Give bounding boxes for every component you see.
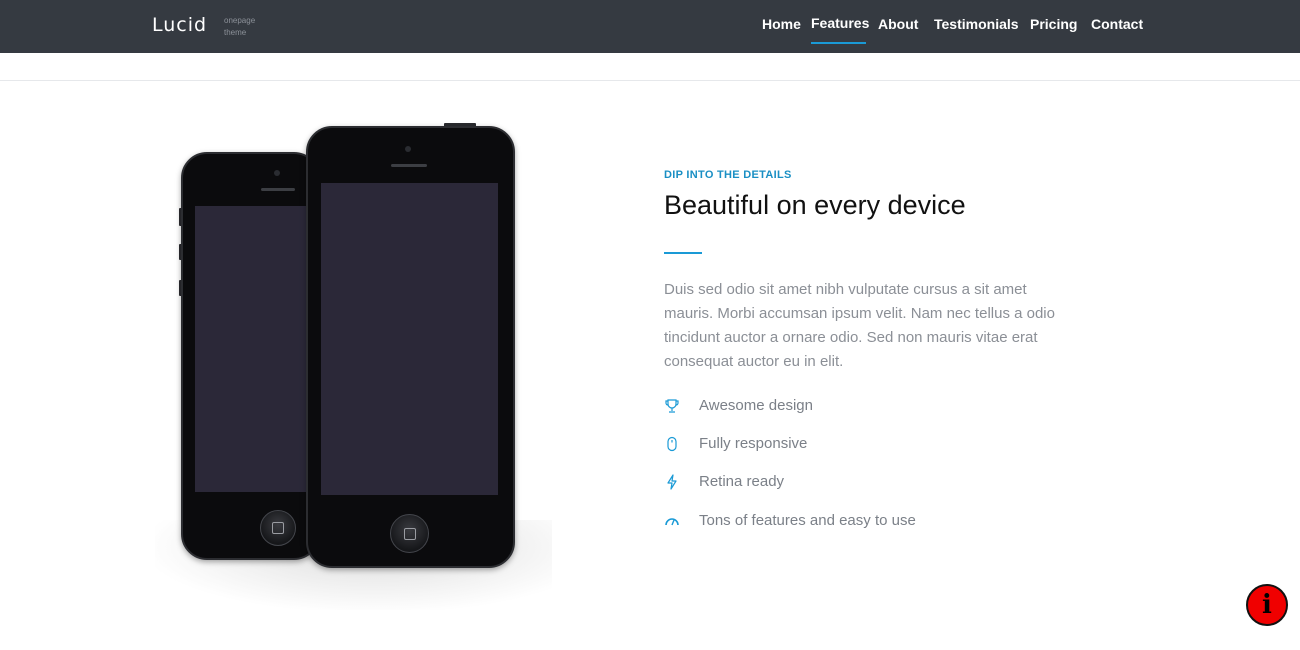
- back-phone: [181, 152, 320, 560]
- front-phone: [306, 126, 515, 568]
- section-description: Duis sed odio sit amet nibh vulputate cu…: [664, 281, 1055, 370]
- feature-label: Awesome design: [699, 397, 813, 414]
- back-phone-screen: [195, 206, 318, 492]
- lightning-icon: [667, 474, 677, 490]
- phone-home-button: [260, 510, 296, 546]
- nav-about[interactable]: About: [878, 16, 918, 32]
- phone-home-button: [390, 514, 429, 553]
- info-icon: i: [1262, 590, 1272, 620]
- front-phone-screen: [321, 183, 498, 495]
- nav-pricing[interactable]: Pricing: [1030, 16, 1077, 32]
- feature-label: Tons of features and easy to use: [699, 512, 916, 529]
- section-divider: [0, 80, 1300, 81]
- info-button[interactable]: i: [1246, 584, 1288, 626]
- feature-label: Fully responsive: [699, 435, 808, 452]
- section-heading: Beautiful on every device: [664, 190, 966, 220]
- top-navbar: Lucid onepage theme Home Features About …: [0, 0, 1300, 53]
- nav-contact[interactable]: Contact: [1091, 16, 1143, 32]
- phone-camera: [274, 170, 280, 176]
- brand-logo[interactable]: Lucid: [152, 14, 207, 36]
- phone-camera: [405, 146, 411, 152]
- trophy-icon: [665, 399, 679, 413]
- heading-accent-bar: [664, 252, 702, 254]
- nav-features[interactable]: Features: [811, 15, 869, 31]
- nav-home[interactable]: Home: [762, 16, 801, 32]
- brand-tagline: onepage theme: [224, 16, 256, 37]
- phone-speaker: [261, 188, 295, 191]
- gauge-icon: [665, 518, 679, 526]
- feature-label: Retina ready: [699, 473, 785, 490]
- phone-speaker: [391, 164, 427, 167]
- mouse-icon: [667, 436, 677, 452]
- nav-testimonials[interactable]: Testimonials: [934, 16, 1019, 32]
- section-eyebrow: DIP INTO THE DETAILS: [664, 169, 792, 181]
- active-nav-underline: [811, 42, 866, 44]
